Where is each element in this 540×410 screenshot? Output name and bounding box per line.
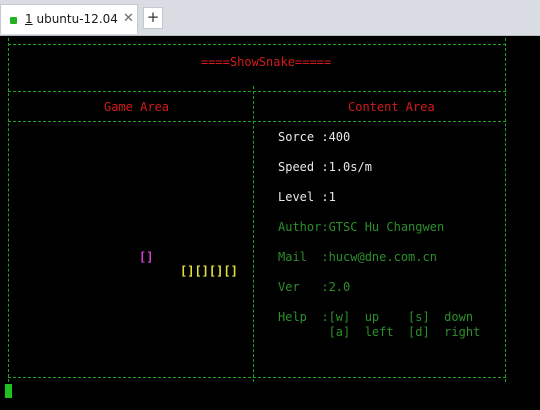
- snake-body: [][][][]: [180, 264, 238, 278]
- border-title-divider: [8, 91, 506, 92]
- tab-label: ubuntu-12.04: [36, 12, 118, 26]
- connection-status-icon: [10, 17, 17, 24]
- tab-ubuntu[interactable]: 1 ubuntu-12.04 ✕: [0, 4, 138, 34]
- score-line: Sorce :400: [278, 130, 351, 144]
- terminal-cursor: [5, 384, 12, 398]
- game-area-label: Game Area: [104, 100, 170, 114]
- border-header-divider: [8, 121, 506, 122]
- snake-food: []: [139, 250, 154, 264]
- border-top: [8, 44, 506, 45]
- mail-line: Mail :hucw@dne.com.cn: [278, 250, 437, 264]
- author-line: Author:GTSC Hu Changwen: [278, 220, 445, 234]
- tab-bar: 1 ubuntu-12.04 ✕ +: [0, 0, 540, 36]
- border-bottom: [8, 377, 506, 378]
- border-right: [505, 38, 506, 382]
- border-middle: [253, 86, 254, 382]
- terminal[interactable]: ====ShowSnake===== Game Area Content Are…: [0, 36, 540, 410]
- help-line-2: [a] left [d] right: [278, 325, 481, 339]
- game-title: ====ShowSnake=====: [201, 55, 332, 69]
- level-line: Level :1: [278, 190, 336, 204]
- content-area-label: Content Area: [348, 100, 435, 114]
- tab-number: 1: [25, 12, 33, 26]
- tab-title: 1 ubuntu-12.04: [25, 12, 118, 26]
- speed-line: Speed :1.0s/m: [278, 160, 372, 174]
- border-left: [8, 38, 9, 382]
- version-line: Ver :2.0: [278, 280, 351, 294]
- help-line-1: Help :[w] up [s] down: [278, 310, 474, 324]
- new-tab-button[interactable]: +: [143, 7, 163, 29]
- close-tab-icon[interactable]: ✕: [123, 11, 134, 26]
